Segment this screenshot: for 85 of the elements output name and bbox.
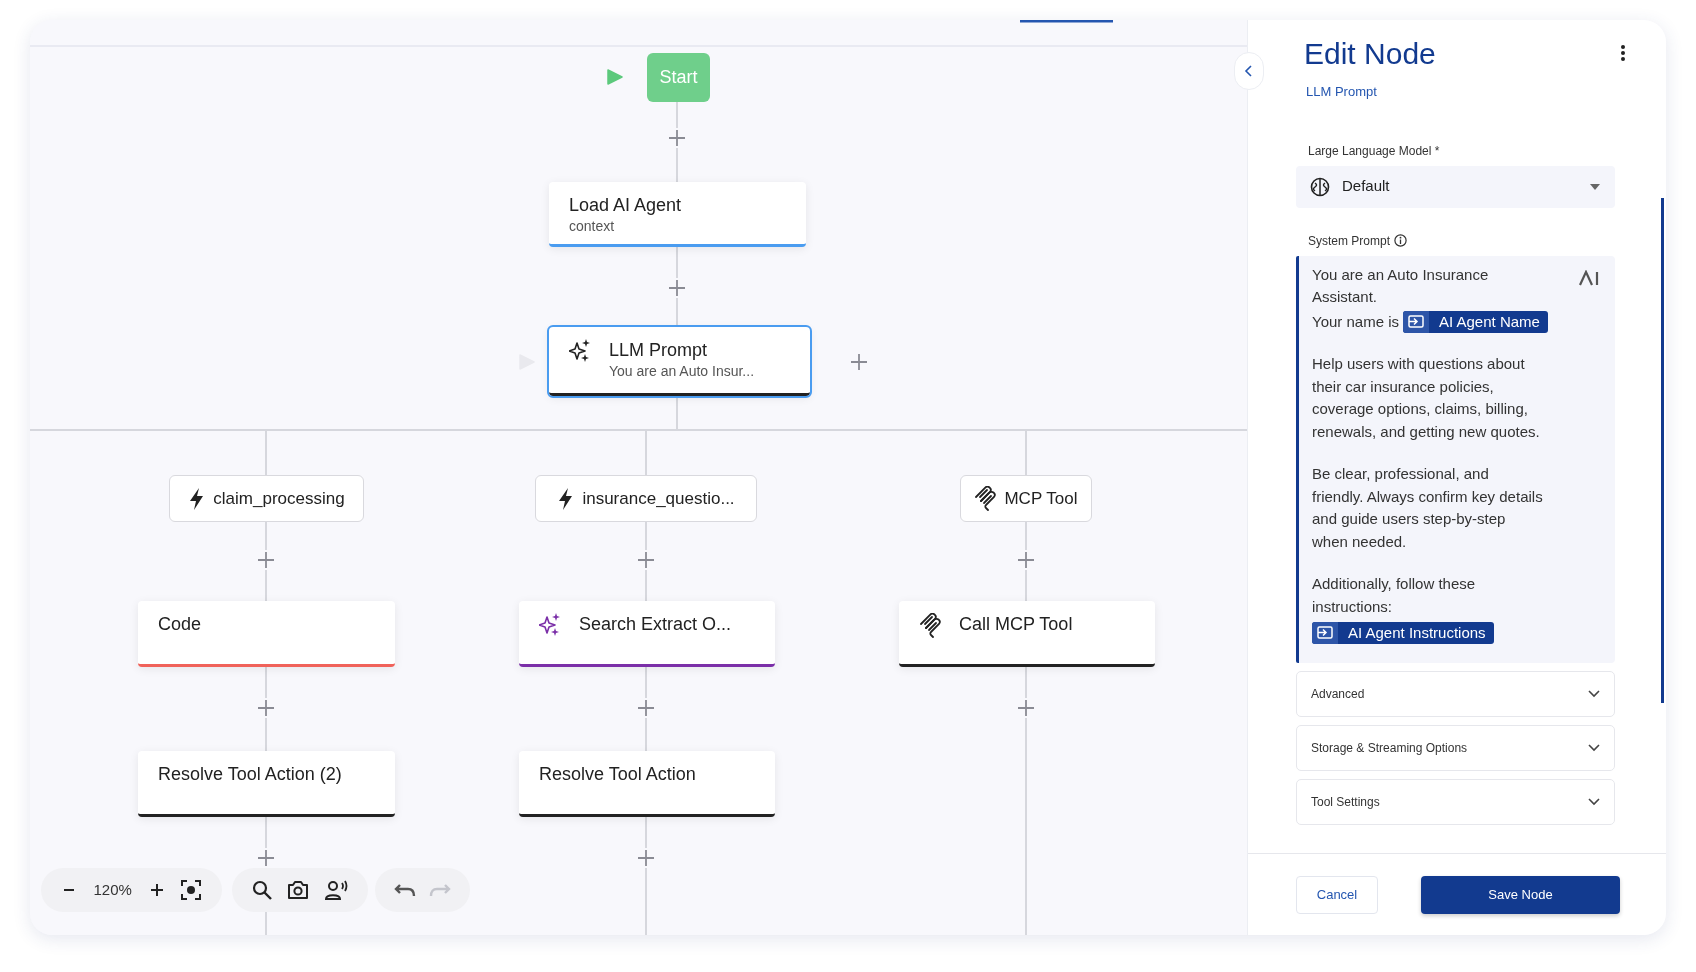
node-type-label: LLM Prompt [1305,83,1378,101]
accordion-header[interactable]: Tool Settings [1296,778,1615,825]
connector-line [645,521,647,551]
flow-node[interactable]: Load AI Agent context [549,182,806,247]
connector-line [645,717,647,752]
scrollbar[interactable] [1661,197,1664,703]
prompt-text: Be clear, professional, and friendly. Always confirm key details and guide users step-by-step when needed. [1312,464,1544,552]
kebab-icon [1620,44,1626,62]
prompt-text: Additionally, follow these instructions: [1312,574,1477,617]
camera-icon[interactable] [287,880,309,900]
connector-line [676,297,678,328]
flow-node[interactable]: Call MCP Tool [899,601,1155,667]
add-node-icon[interactable] [850,353,868,371]
model-select[interactable]: Default [1296,165,1615,208]
cancel-button[interactable]: Cancel [1296,875,1378,914]
sparkle-icon [569,339,591,363]
more-button[interactable] [1620,44,1626,62]
connector-line [645,666,647,699]
brain-icon [1310,176,1330,197]
add-node-icon[interactable] [257,849,275,867]
play-icon[interactable] [607,69,623,85]
flow-node[interactable]: Resolve Tool Action [519,751,775,817]
lightning-icon [188,487,206,510]
connector-line [676,246,678,279]
hook-icon [919,613,941,639]
connector-line [265,816,267,849]
flow-node[interactable]: Search Extract O... [519,601,775,667]
accordion-header[interactable]: Storage & Streaming Options [1296,724,1615,771]
add-node-icon[interactable] [1017,699,1035,717]
prompt-editor[interactable] [1296,255,1615,663]
ai-icon[interactable] [1579,269,1599,286]
caret-icon [1589,182,1601,191]
prompt-text: You are an Auto Insurance Assistant. [1312,264,1490,307]
variable-chip[interactable]: AI Agent Instructions [1312,621,1494,644]
panel-title: Edit Node [1304,36,1436,72]
connector-line [676,101,678,129]
collapse-button[interactable] [1234,52,1264,90]
prompt-text: Your name is [1312,311,1399,332]
lightning-icon [557,487,575,510]
save-button[interactable]: Save Node [1421,875,1620,914]
chevron-down-icon [1588,797,1600,806]
trigger-chip[interactable]: claim_processing [169,475,364,522]
connector-line [645,867,647,935]
trigger-chip[interactable]: insurance_questio... [535,475,757,522]
fit-view-icon[interactable] [181,880,202,900]
prompt-text: Help users with questions about their car insurance policies, coverage options, claims, billing, renewals, and getting new quotes. [1312,354,1541,442]
voice-user-icon[interactable] [324,880,349,900]
variable-icon [1408,315,1424,329]
connector-line [645,816,647,849]
connector-line [645,569,647,602]
flow-node[interactable]: LLM Prompt You are an Auto Insur... [549,327,810,396]
field-label: System Prompt [1308,232,1391,250]
add-node-icon[interactable] [637,551,655,569]
add-node-icon[interactable] [637,699,655,717]
variable-chip[interactable]: AI Agent Name [1403,310,1548,333]
trigger-chip[interactable]: MCP Tool [960,475,1092,522]
connector-line [676,147,678,183]
hook-icon [974,485,997,512]
connector-line [1025,666,1027,699]
chevron-down-icon [1588,689,1600,698]
add-node-icon[interactable] [668,129,686,147]
variable-icon [1317,626,1333,640]
connector-line [265,666,267,699]
search-icon[interactable] [251,880,272,900]
connector-line [1025,569,1027,602]
add-node-icon[interactable] [1017,551,1035,569]
connector-line [265,569,267,602]
zoom-level: 120% [93,879,132,900]
zoom-in-icon[interactable] [149,883,164,897]
add-node-icon[interactable] [668,279,686,297]
add-node-icon[interactable] [257,551,275,569]
accordion-header[interactable]: Advanced [1296,670,1615,717]
sparkle-icon [539,613,561,637]
connector-line [1025,521,1027,551]
info-icon[interactable] [1394,234,1408,247]
add-node-icon[interactable] [637,849,655,867]
flow-node[interactable]: Resolve Tool Action (2) [138,751,395,817]
add-node-icon[interactable] [257,699,275,717]
chevron-down-icon [1588,743,1600,752]
flow-node[interactable]: Code [138,601,395,667]
field-label: Large Language Model * [1308,142,1441,160]
undo-icon[interactable] [393,882,416,898]
chevron-left-icon [1244,64,1254,78]
connector-line [265,717,267,752]
connector-line [265,521,267,551]
